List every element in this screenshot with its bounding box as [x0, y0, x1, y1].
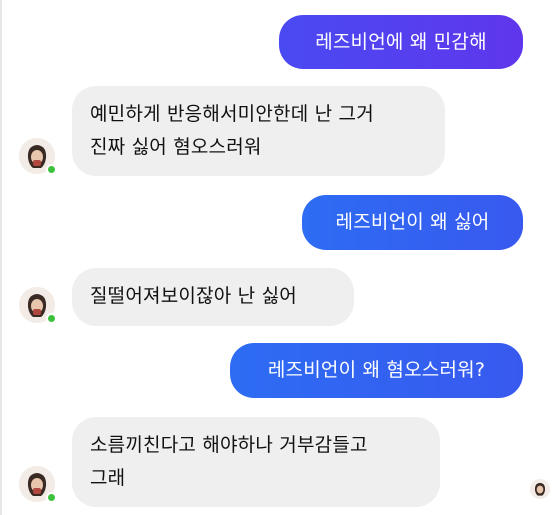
online-indicator	[46, 164, 57, 175]
seen-receipt-avatar	[530, 479, 550, 499]
contact-avatar[interactable]	[19, 466, 57, 503]
online-indicator	[46, 492, 57, 503]
seen-receipt-icon	[530, 479, 550, 499]
message-line: 질떨어져보이잖아 난 싫어	[90, 285, 297, 307]
message-line: 예민하게 반응해서미안한데 난 그거	[90, 103, 374, 125]
received-message[interactable]: 소름끼친다고 해야하나 거부감들고 그래	[72, 417, 440, 507]
contact-avatar[interactable]	[19, 287, 57, 324]
online-indicator	[46, 313, 57, 324]
contact-avatar[interactable]	[19, 138, 57, 175]
chat-left-border	[0, 0, 2, 515]
message-text: 레즈비언이 왜 혐오스러워?	[267, 359, 486, 381]
message-line: 그래	[90, 467, 126, 489]
sent-message[interactable]: 레즈비언에 왜 민감해	[279, 15, 523, 69]
sent-message[interactable]: 레즈비언이 왜 혐오스러워?	[230, 343, 523, 398]
sent-message[interactable]: 레즈비언이 왜 싫어	[302, 195, 523, 250]
message-text: 레즈비언이 왜 싫어	[335, 211, 490, 233]
received-message[interactable]: 질떨어져보이잖아 난 싫어	[72, 268, 354, 326]
received-message[interactable]: 예민하게 반응해서미안한데 난 그거 진짜 싫어 혐오스러워	[72, 86, 445, 176]
message-text: 레즈비언에 왜 민감해	[315, 31, 487, 53]
message-line: 진짜 싫어 혐오스러워	[90, 136, 262, 158]
message-line: 소름끼친다고 해야하나 거부감들고	[90, 434, 368, 456]
